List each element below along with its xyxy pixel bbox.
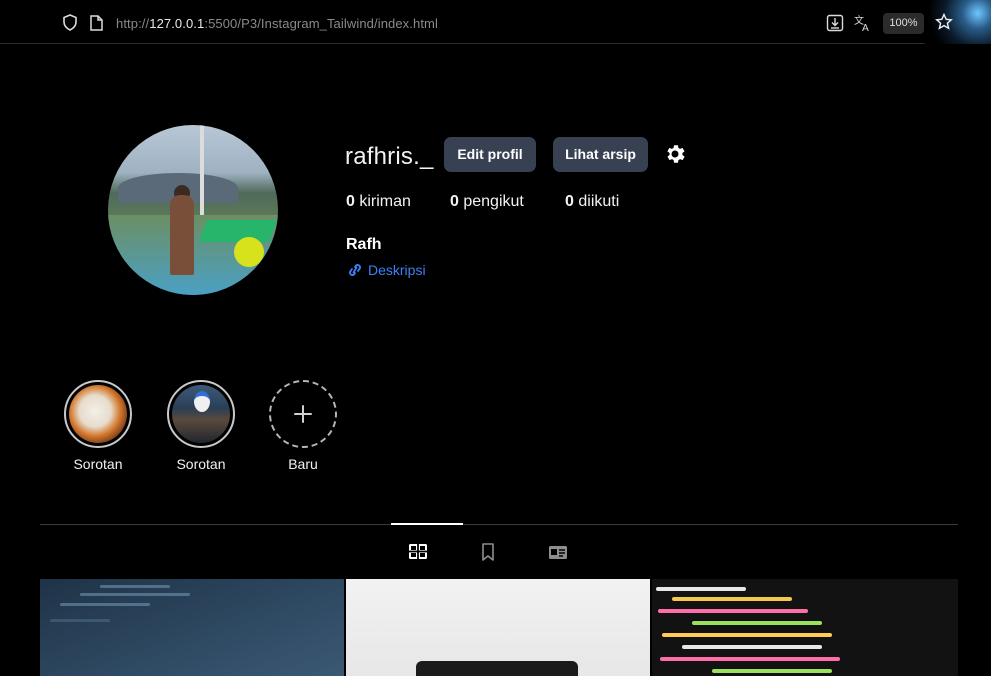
browser-toolbar: http://127.0.0.1:5500/P3/Instagram_Tailw… — [0, 0, 991, 44]
highlight-ring — [167, 380, 235, 448]
followers-count: 0 — [450, 193, 459, 210]
highlight-label: Sorotan — [73, 456, 123, 472]
tagged-icon[interactable] — [548, 543, 568, 561]
new-highlight-button[interactable]: Baru — [268, 380, 338, 472]
svg-text:A: A — [862, 23, 869, 33]
highlight-item[interactable]: Sorotan — [166, 380, 236, 472]
address-bar[interactable]: http://127.0.0.1:5500/P3/Instagram_Tailw… — [116, 16, 438, 31]
page-icon[interactable] — [90, 15, 103, 31]
profile-username: rafhris._ — [345, 143, 434, 170]
description-link[interactable]: Deskripsi — [346, 262, 426, 278]
url-host: 127.0.0.1 — [149, 16, 205, 31]
stat-followers[interactable]: 0 pengikut — [450, 193, 524, 211]
posts-label: kiriman — [359, 193, 411, 210]
highlight-label: Baru — [288, 456, 318, 472]
followers-label: pengikut — [463, 193, 524, 210]
highlight-label: Sorotan — [176, 456, 226, 472]
new-highlight-circle — [269, 380, 337, 448]
translate-icon[interactable]: 文 A — [853, 13, 873, 33]
highlight-item[interactable]: Sorotan — [63, 380, 133, 472]
star-icon[interactable] — [935, 13, 953, 31]
download-icon[interactable] — [826, 14, 844, 32]
post-thumbnail[interactable] — [346, 579, 650, 676]
profile-avatar[interactable] — [108, 125, 278, 295]
posts-count: 0 — [346, 193, 355, 210]
plus-icon — [294, 405, 312, 423]
post-thumbnail[interactable] — [652, 579, 958, 676]
shield-icon[interactable] — [62, 14, 78, 31]
url-path: :5500/P3/Instagram_Tailwind/index.html — [204, 16, 438, 31]
url-prefix: http:// — [116, 16, 150, 31]
stat-following[interactable]: 0 diikuti — [565, 193, 619, 211]
grid-icon[interactable] — [408, 543, 428, 561]
highlight-thumbnail — [69, 385, 127, 443]
zoom-level[interactable]: 100% — [883, 13, 924, 34]
edit-profile-button[interactable]: Edit profil — [444, 137, 536, 172]
stat-posts[interactable]: 0 kiriman — [346, 193, 411, 211]
description-link-text: Deskripsi — [368, 262, 426, 278]
profile-name: Rafh — [346, 236, 382, 253]
view-archive-button[interactable]: Lihat arsip — [553, 137, 648, 172]
highlight-thumbnail — [172, 385, 230, 443]
highlight-ring — [64, 380, 132, 448]
post-thumbnail[interactable] — [40, 579, 344, 676]
tabs-divider — [40, 524, 958, 525]
link-icon — [349, 264, 361, 276]
following-label: diikuti — [578, 193, 620, 210]
following-count: 0 — [565, 193, 574, 210]
bookmark-icon[interactable] — [479, 543, 499, 561]
settings-gear-icon[interactable] — [663, 142, 687, 166]
active-tab-indicator — [391, 523, 463, 525]
